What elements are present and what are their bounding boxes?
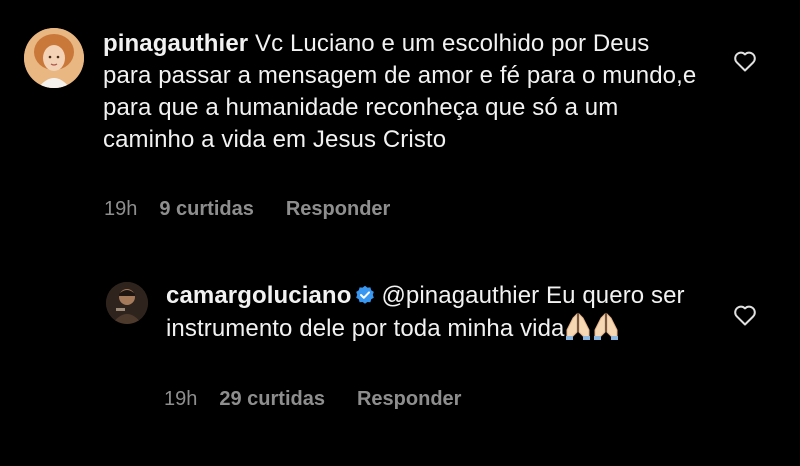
reply-likes[interactable]: 29 curtidas — [219, 388, 325, 411]
comment-meta: 19h 9 curtidas Responder — [104, 198, 422, 221]
folded-hands-icon — [565, 312, 590, 340]
reply-time: 19h — [164, 388, 198, 410]
reply-username[interactable]: camargoluciano — [166, 282, 351, 309]
reply-text: camargoluciano @pinagauthier Eu quero se… — [166, 280, 686, 345]
avatar[interactable] — [106, 282, 148, 324]
reply-meta: 19h 29 curtidas Responder — [164, 388, 493, 411]
comment-time: 19h — [104, 198, 138, 220]
heart-icon[interactable] — [733, 304, 757, 326]
comment-username[interactable]: pinagauthier — [103, 30, 248, 57]
folded-hands-icon — [593, 312, 618, 340]
heart-icon[interactable] — [733, 50, 757, 72]
reply-button[interactable]: Responder — [357, 388, 461, 411]
reply-button[interactable]: Responder — [286, 198, 390, 221]
reply-mention[interactable]: @pinagauthier — [381, 282, 539, 309]
user-avatar-icon — [106, 282, 148, 324]
verified-badge-icon — [356, 285, 375, 304]
comment-text: pinagauthier Vc Luciano e um escolhido p… — [103, 28, 703, 156]
avatar[interactable] — [24, 28, 84, 88]
comment-likes[interactable]: 9 curtidas — [159, 198, 253, 221]
user-avatar-icon — [24, 28, 84, 88]
